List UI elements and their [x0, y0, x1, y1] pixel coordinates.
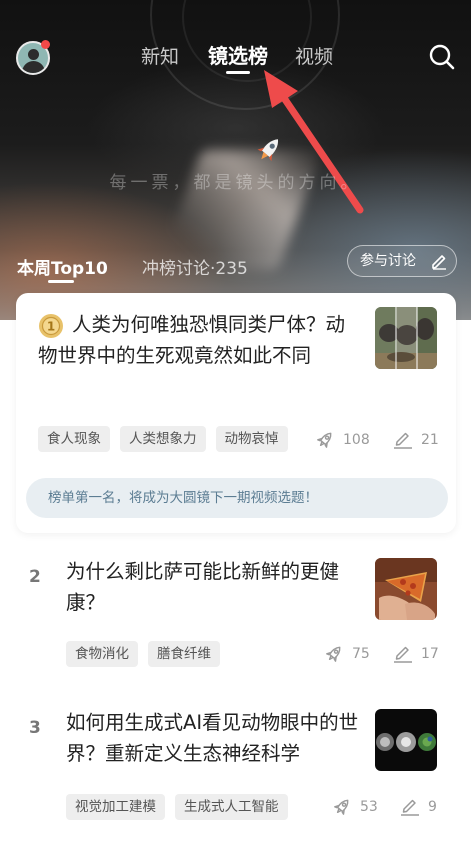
tag[interactable]: 动物哀悼	[215, 426, 288, 452]
pen-icon	[432, 255, 446, 270]
item-title[interactable]: 为什么剩比萨可能比新鲜的更健康？	[66, 556, 362, 618]
tag[interactable]: 生成式人工智能	[175, 794, 288, 820]
rank-number: 2	[29, 567, 41, 587]
join-discussion-button[interactable]: 参与讨论	[347, 245, 457, 277]
list-item[interactable]: 3 如何用生成式AI看见动物眼中的世界？重新定义生态神经科学 视觉加工建模 生成…	[0, 706, 471, 826]
pen-comment-icon	[394, 646, 412, 663]
rank-notice-banner: 榜单第一名，将成为大圆镜下一期视频选题！	[26, 478, 448, 518]
active-tab-indicator	[226, 71, 250, 74]
list-item[interactable]: 2 为什么剩比萨可能比新鲜的更健康？ 食物消化 膳食纤维 75 17	[0, 555, 471, 675]
tag[interactable]: 人类想象力	[120, 426, 206, 452]
rocket-vote-icon	[326, 646, 341, 662]
vote-count-value: 108	[343, 431, 370, 448]
tag[interactable]: 食物消化	[66, 641, 138, 667]
tag-list: 视觉加工建模 生成式人工智能	[66, 794, 288, 820]
tag[interactable]: 膳食纤维	[148, 641, 220, 667]
pen-comment-icon	[401, 799, 419, 816]
comment-count-value: 17	[421, 645, 439, 662]
comment-count[interactable]: 9	[400, 797, 437, 816]
tab-discussion[interactable]: 冲榜讨论·235	[142, 254, 248, 279]
item-title[interactable]: 人类为何唯独恐惧同类尸体？动物世界中的生死观竟然如此不同	[38, 309, 358, 371]
rank-number: 3	[29, 718, 41, 738]
vote-count[interactable]: 53	[333, 797, 378, 816]
comment-count-value: 9	[428, 798, 437, 815]
tag-list: 食物消化 膳食纤维	[66, 641, 220, 667]
item-title[interactable]: 如何用生成式AI看见动物眼中的世界？重新定义生态神经科学	[66, 707, 362, 769]
pen-comment-icon	[394, 432, 412, 449]
item-thumbnail[interactable]	[375, 709, 437, 771]
item-thumbnail[interactable]	[375, 558, 437, 620]
join-discussion-label: 参与讨论	[360, 253, 416, 269]
search-icon[interactable]	[428, 43, 456, 71]
top-ranked-card[interactable]: 1 人类为何唯独恐惧同类尸体？动物世界中的生死观竟然如此不同 食人现象 人类想象…	[16, 293, 456, 533]
sub-tab-indicator	[48, 280, 74, 283]
vote-count[interactable]: 75	[325, 644, 370, 663]
vote-count-value: 53	[360, 798, 378, 815]
vote-count[interactable]: 108	[316, 430, 370, 449]
tag[interactable]: 食人现象	[38, 426, 110, 452]
tab-weekly-top10[interactable]: 本周Top10	[17, 254, 108, 279]
item-thumbnail[interactable]	[375, 307, 437, 369]
comment-count[interactable]: 21	[393, 430, 439, 449]
tab-shipin[interactable]: 视频	[295, 44, 333, 70]
rocket-vote-icon	[317, 432, 332, 448]
rocket-icon	[257, 139, 279, 162]
top-nav: 新知 镜选榜 视频	[0, 44, 471, 74]
tag-list: 食人现象 人类想象力 动物哀悼	[38, 426, 288, 452]
tab-xinzhi[interactable]: 新知	[141, 44, 179, 70]
comment-count-value: 21	[421, 431, 439, 448]
vote-count-value: 75	[352, 645, 370, 662]
comment-count[interactable]: 17	[393, 644, 439, 663]
hero-slogan: 每一票，都是镜头的方向。	[109, 173, 362, 193]
tag[interactable]: 视觉加工建模	[66, 794, 165, 820]
rocket-vote-icon	[334, 799, 349, 815]
tab-jingxuanbang[interactable]: 镜选榜	[208, 43, 268, 69]
